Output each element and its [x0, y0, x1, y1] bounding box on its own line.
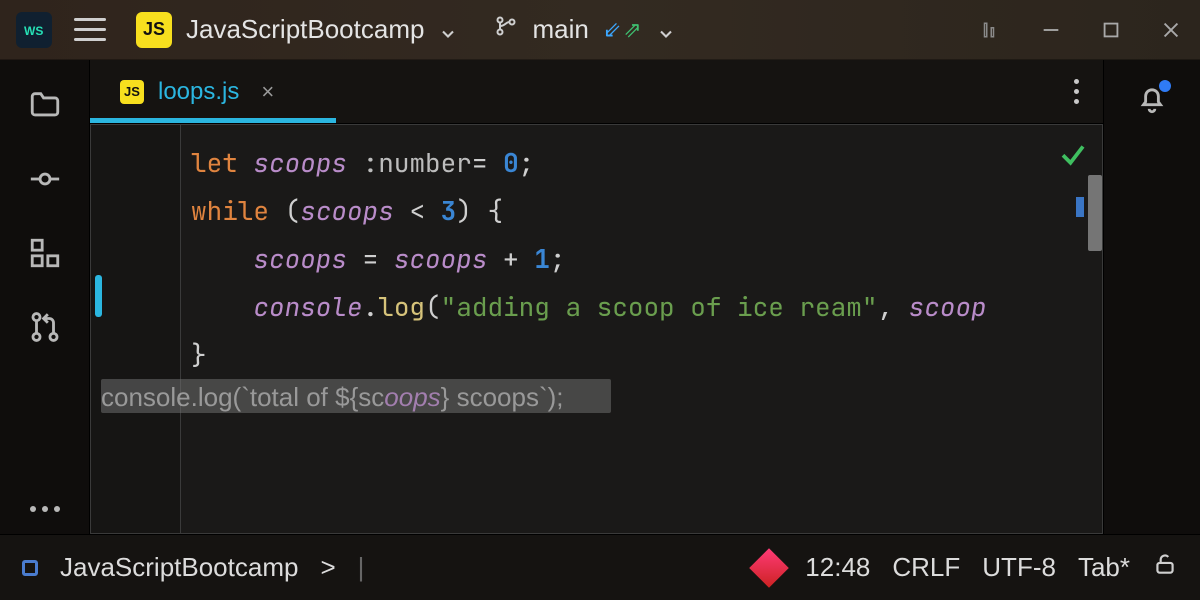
js-badge-icon: JS: [136, 12, 172, 48]
gutter: [91, 125, 181, 533]
webstorm-icon: [16, 12, 52, 48]
notifications-button[interactable]: [1135, 82, 1169, 121]
js-file-icon: JS: [120, 80, 144, 104]
line-separator[interactable]: CRLF: [892, 552, 960, 583]
more-tools-button[interactable]: [30, 506, 60, 512]
branch-name: main: [532, 14, 588, 45]
editor-tab-bar: JS loops.js ×: [90, 60, 1103, 124]
main-area: JS loops.js × let scoops :number= 0; whi…: [0, 60, 1200, 534]
pull-requests-tool-button[interactable]: [28, 310, 62, 344]
left-tool-rail: [0, 60, 90, 534]
vertical-scrollbar[interactable]: [1088, 175, 1102, 251]
close-window-button[interactable]: [1160, 19, 1182, 41]
status-bar: JavaScriptBootcamp > | 12:48 CRLF UTF-8 …: [0, 534, 1200, 600]
chevron-down-icon[interactable]: [656, 20, 676, 40]
chevron-down-icon: [438, 20, 458, 40]
indent-setting[interactable]: Tab*: [1078, 552, 1130, 583]
maximize-button[interactable]: [1100, 19, 1122, 41]
code-line-overflow: console.log(`total of ${scoops} scoops`)…: [101, 373, 1061, 421]
file-encoding[interactable]: UTF-8: [982, 552, 1056, 583]
vcs-widget[interactable]: main ⇙⇗: [494, 14, 675, 45]
file-tab-loops-js[interactable]: JS loops.js ×: [108, 72, 286, 112]
caret-line-indicator: [95, 275, 102, 317]
main-menu-button[interactable]: [74, 18, 106, 41]
notification-dot-icon: [1159, 80, 1171, 92]
account-icon[interactable]: [978, 19, 1000, 41]
branch-icon: [494, 14, 518, 45]
build-icon[interactable]: [749, 548, 789, 588]
title-bar: JS JavaScriptBootcamp main ⇙⇗: [0, 0, 1200, 60]
minimize-button[interactable]: [1040, 19, 1062, 41]
project-name: JavaScriptBootcamp: [186, 14, 424, 45]
code-editor[interactable]: let scoops :number= 0; while (scoops < 3…: [90, 124, 1103, 534]
tab-active-indicator: [90, 118, 336, 123]
problems-ok-icon[interactable]: [1058, 139, 1088, 174]
breadcrumb-project[interactable]: JavaScriptBootcamp: [60, 552, 298, 583]
project-selector[interactable]: JS JavaScriptBootcamp: [128, 8, 466, 52]
readonly-toggle[interactable]: [1152, 551, 1178, 584]
project-tool-button[interactable]: [28, 88, 62, 122]
error-stripe-mark[interactable]: [1076, 197, 1084, 217]
module-icon: [22, 560, 38, 576]
tab-filename: loops.js: [158, 78, 239, 106]
commit-tool-button[interactable]: [28, 162, 62, 196]
tab-actions-button[interactable]: [1074, 79, 1079, 104]
close-tab-button[interactable]: ×: [261, 79, 274, 105]
structure-tool-button[interactable]: [28, 236, 62, 270]
right-tool-rail: [1104, 60, 1200, 534]
code-content[interactable]: let scoops :number= 0; while (scoops < 3…: [181, 125, 1102, 533]
editor-area: JS loops.js × let scoops :number= 0; whi…: [90, 60, 1104, 534]
update-project-icon[interactable]: ⇙⇗: [603, 17, 642, 43]
breadcrumb-separator: >: [320, 552, 335, 583]
cursor-position[interactable]: 12:48: [805, 552, 870, 583]
